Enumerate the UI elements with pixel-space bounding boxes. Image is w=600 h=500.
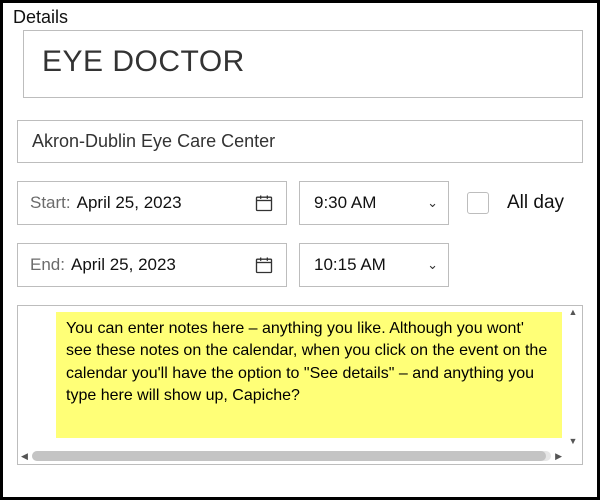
event-title-input[interactable]: EYE DOCTOR — [23, 30, 583, 98]
all-day-checkbox[interactable] — [467, 192, 489, 214]
start-date-input[interactable]: Start: April 25, 2023 — [17, 181, 287, 225]
start-date-value: April 25, 2023 — [77, 193, 254, 213]
scroll-thumb[interactable] — [32, 451, 546, 461]
calendar-icon[interactable] — [254, 255, 274, 275]
end-time-select[interactable]: 10:15 AM ⌄ — [299, 243, 449, 287]
vertical-scrollbar[interactable]: ▲ ▼ — [565, 307, 581, 446]
end-date-value: April 25, 2023 — [71, 255, 254, 275]
end-row: End: April 25, 2023 10:15 AM ⌄ — [17, 243, 583, 287]
chevron-down-icon: ⌄ — [427, 195, 438, 211]
end-label: End: — [30, 255, 65, 275]
start-row: Start: April 25, 2023 9:30 AM ⌄ All day — [17, 181, 583, 225]
start-time-value: 9:30 AM — [314, 193, 376, 213]
end-date-input[interactable]: End: April 25, 2023 — [17, 243, 287, 287]
scroll-down-icon[interactable]: ▼ — [569, 436, 578, 446]
end-time-value: 10:15 AM — [314, 255, 386, 275]
scroll-right-icon[interactable]: ▶ — [553, 451, 564, 462]
notes-text: You can enter notes here – anything you … — [56, 312, 562, 438]
scroll-up-icon[interactable]: ▲ — [569, 307, 578, 317]
start-label: Start: — [30, 193, 71, 213]
calendar-icon[interactable] — [254, 193, 274, 213]
all-day-label: All day — [507, 192, 564, 214]
horizontal-scrollbar[interactable]: ◀ ▶ — [19, 448, 564, 464]
scroll-left-icon[interactable]: ◀ — [19, 451, 30, 462]
location-input[interactable]: Akron-Dublin Eye Care Center — [17, 120, 583, 163]
details-section-label: Details — [13, 7, 583, 28]
chevron-down-icon: ⌄ — [427, 257, 438, 273]
notes-textarea[interactable]: You can enter notes here – anything you … — [17, 305, 583, 465]
start-time-select[interactable]: 9:30 AM ⌄ — [299, 181, 449, 225]
scroll-track[interactable] — [32, 451, 551, 461]
